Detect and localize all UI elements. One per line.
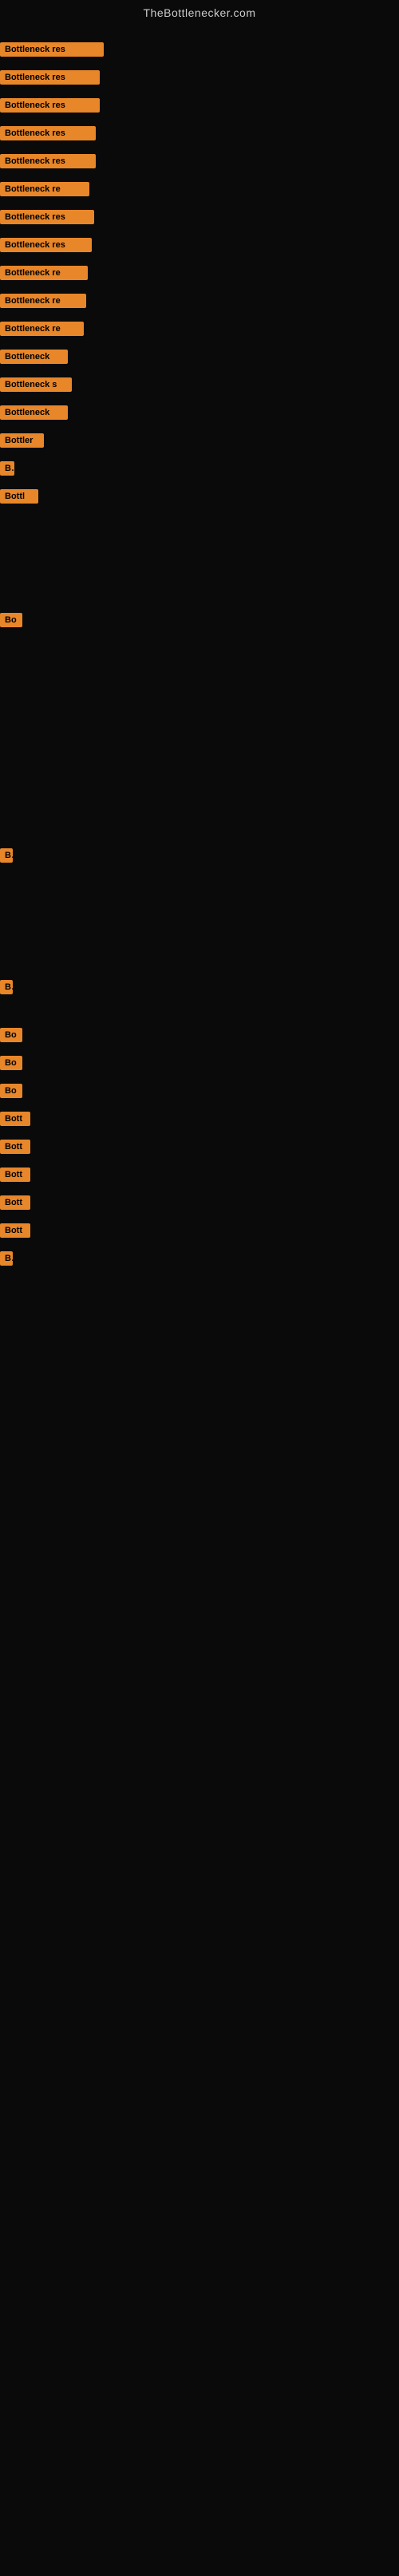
- bottleneck-button-25[interactable]: Bott: [0, 1140, 30, 1154]
- bottleneck-button-22[interactable]: Bo: [0, 1056, 22, 1070]
- bottleneck-button-2[interactable]: Bottleneck res: [0, 70, 100, 85]
- site-title: TheBottlenecker.com: [0, 0, 399, 22]
- bottleneck-button-17[interactable]: Bottl: [0, 489, 38, 504]
- bottleneck-button-10[interactable]: Bottleneck re: [0, 294, 86, 308]
- bottleneck-button-15[interactable]: Bottler: [0, 433, 44, 448]
- bottleneck-button-6[interactable]: Bottleneck re: [0, 182, 89, 196]
- bottleneck-button-3[interactable]: Bottleneck res: [0, 98, 100, 113]
- bottleneck-button-12[interactable]: Bottleneck: [0, 350, 68, 364]
- bottleneck-button-11[interactable]: Bottleneck re: [0, 322, 84, 336]
- bottleneck-button-28[interactable]: Bott: [0, 1223, 30, 1238]
- bottleneck-button-4[interactable]: Bottleneck res: [0, 126, 96, 140]
- bottleneck-button-19[interactable]: B: [0, 848, 13, 863]
- bottleneck-button-8[interactable]: Bottleneck res: [0, 238, 92, 252]
- bottleneck-button-16[interactable]: B: [0, 461, 14, 476]
- bottleneck-button-26[interactable]: Bott: [0, 1167, 30, 1182]
- bottleneck-button-14[interactable]: Bottleneck: [0, 405, 68, 420]
- bottleneck-button-1[interactable]: Bottleneck res: [0, 42, 104, 57]
- bottleneck-button-29[interactable]: B: [0, 1251, 13, 1266]
- bottleneck-button-23[interactable]: Bo: [0, 1084, 22, 1098]
- bottleneck-button-5[interactable]: Bottleneck res: [0, 154, 96, 168]
- bottleneck-button-20[interactable]: B: [0, 980, 13, 994]
- bottleneck-button-13[interactable]: Bottleneck s: [0, 377, 72, 392]
- bottleneck-button-24[interactable]: Bott: [0, 1112, 30, 1126]
- bottleneck-button-27[interactable]: Bott: [0, 1195, 30, 1210]
- bottleneck-button-21[interactable]: Bo: [0, 1028, 22, 1042]
- bottleneck-button-7[interactable]: Bottleneck res: [0, 210, 94, 224]
- bottleneck-button-9[interactable]: Bottleneck re: [0, 266, 88, 280]
- bottleneck-button-18[interactable]: Bo: [0, 613, 22, 627]
